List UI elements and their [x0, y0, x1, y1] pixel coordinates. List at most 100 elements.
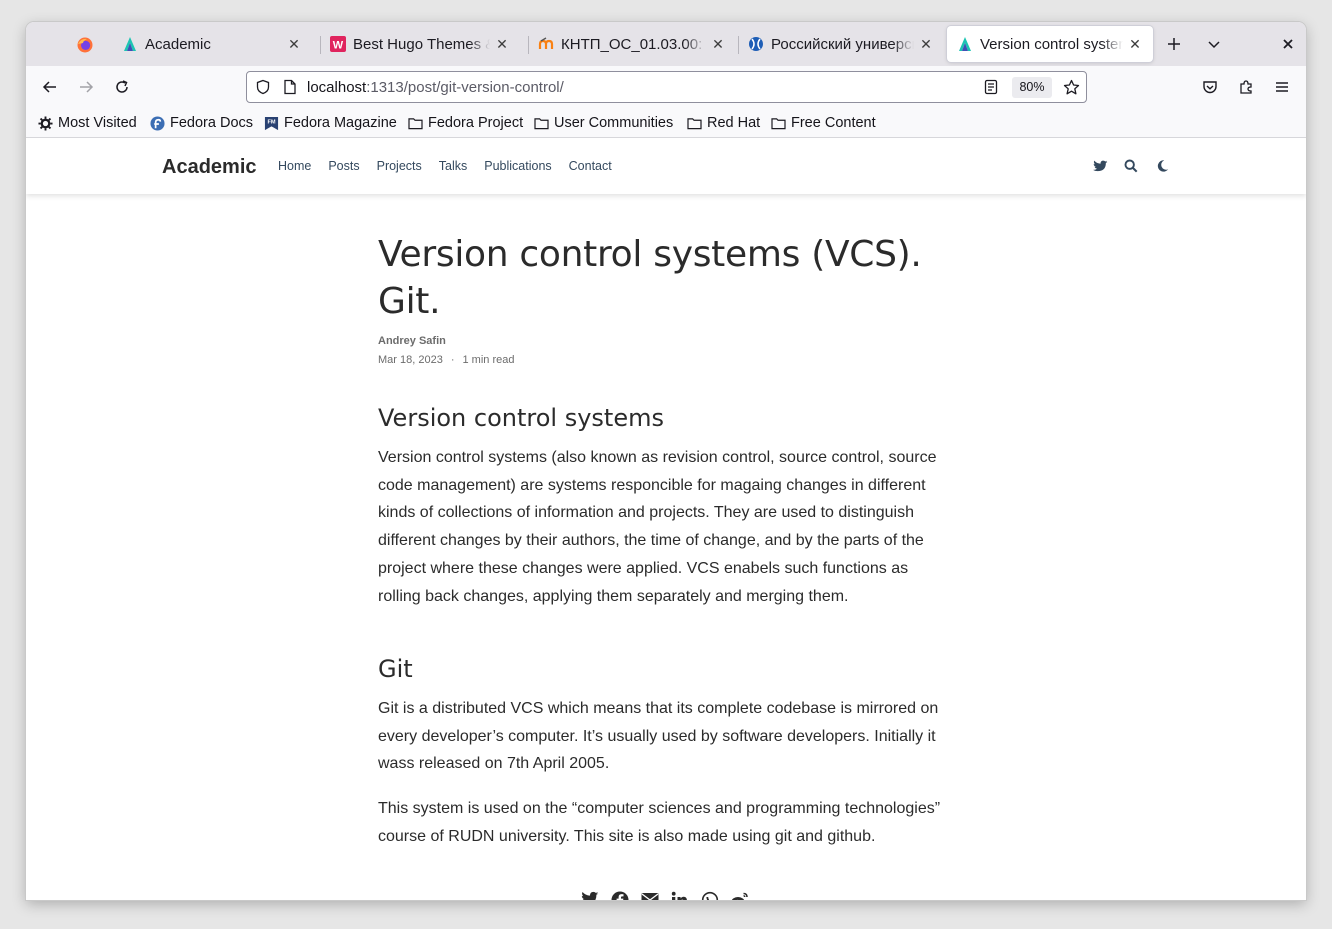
tab-label: Best Hugo Themes & Hugo Templates [353, 35, 490, 53]
academic-favicon-icon [959, 37, 971, 51]
article-read-time: 1 min read [462, 354, 515, 366]
section-heading-git: Git [378, 655, 413, 683]
bookmark-fedora-magazine[interactable]: FM Fedora Magazine [264, 113, 397, 133]
navigation-toolbar: localhost:1313/post/git-version-control/… [26, 66, 1306, 108]
tab-vcs-active[interactable]: Version control systems (VCS). Git. ✕ [947, 26, 1153, 62]
zoom-level-button[interactable]: 80% [1012, 77, 1052, 98]
reload-icon [116, 80, 128, 93]
search-icon[interactable] [1122, 157, 1140, 175]
share-weibo-icon[interactable] [731, 891, 749, 900]
svg-text:FM: FM [267, 119, 275, 125]
paragraph: This system is used on the “computer sci… [378, 800, 941, 845]
site-brand-link[interactable]: Academic [162, 156, 257, 179]
page-viewport: Academic Home Posts Projects Talks Publi… [26, 139, 1306, 900]
tab-bar: Academic ✕ W Best Hugo Themes & Hugo Tem… [26, 22, 1306, 66]
folder-icon [771, 116, 786, 131]
share-links [581, 891, 749, 900]
app-menu-button[interactable] [1266, 71, 1298, 103]
paragraph: Version control systems (also known as r… [378, 449, 937, 605]
bookmark-folder-free-content[interactable]: Free Content [771, 113, 876, 133]
close-icon [1283, 39, 1293, 49]
site-menu: Home Posts Projects Talks Publications C… [278, 159, 629, 173]
menu-item-home[interactable]: Home [278, 159, 311, 173]
url-host: localhost [307, 79, 367, 96]
moodle-favicon-icon [538, 37, 554, 49]
share-email-icon[interactable] [641, 891, 659, 900]
menu-item-publications[interactable]: Publications [484, 159, 551, 173]
reload-button[interactable] [106, 71, 138, 103]
bookmark-label: Free Content [791, 115, 876, 131]
tab-label: Российский университет дружбы народов [771, 35, 914, 53]
w-favicon-icon: W [330, 36, 346, 52]
folder-icon [534, 116, 549, 131]
new-tab-button[interactable] [1156, 26, 1192, 62]
article-date: Mar 18, 2023 [378, 354, 443, 366]
tab-close-icon[interactable]: ✕ [918, 36, 934, 53]
bookmark-folder-fedora-project[interactable]: Fedora Project [408, 113, 523, 133]
pocket-button[interactable] [1194, 71, 1226, 103]
gear-icon [38, 115, 53, 131]
rudn-favicon-icon [749, 37, 763, 51]
url-path: :1313/post/git-version-control/ [366, 79, 564, 96]
chevron-down-icon [1208, 41, 1220, 49]
dark-mode-moon-icon[interactable] [1153, 157, 1171, 175]
forward-button[interactable] [70, 71, 102, 103]
tab-rudn[interactable]: Российский университет дружбы народов ✕ [738, 26, 944, 62]
firefox-view-button[interactable] [66, 28, 104, 62]
bookmark-folder-red-hat[interactable]: Red Hat [687, 113, 760, 133]
folder-icon [687, 116, 702, 131]
tab-close-icon[interactable]: ✕ [494, 36, 510, 53]
fedora-icon [150, 115, 165, 131]
plus-icon [1168, 38, 1180, 50]
article-title: Version control systems (VCS). Git. [378, 234, 922, 322]
bookmark-label: Most Visited [58, 115, 137, 131]
tab-label: Version control systems (VCS). Git. [980, 35, 1123, 53]
bookmark-label: Red Hat [707, 115, 761, 131]
menu-item-talks[interactable]: Talks [439, 159, 467, 173]
paragraph: Git is a distributed VCS which means tha… [378, 700, 939, 773]
bookmark-label: Fedora Docs [170, 115, 254, 131]
bookmark-most-visited[interactable]: Most Visited [38, 113, 137, 133]
tab-close-icon[interactable]: ✕ [1127, 36, 1143, 53]
menu-item-contact[interactable]: Contact [569, 159, 612, 173]
bookmark-label: Fedora Project [428, 115, 524, 131]
tab-close-icon[interactable]: ✕ [286, 36, 302, 53]
tab-academic[interactable]: Academic ✕ [112, 26, 312, 62]
share-linkedin-icon[interactable] [671, 891, 689, 900]
folder-icon [408, 116, 423, 131]
section-heading-vcs: Version control systems [378, 404, 664, 432]
url-bar[interactable]: localhost:1313/post/git-version-control/… [246, 71, 1087, 103]
tab-label: Academic [145, 35, 211, 53]
bookmarks-toolbar: Most Visited Fedora Docs FM Fedora Magaz… [26, 108, 1306, 138]
article-meta: Mar 18, 2023 · 1 min read [378, 354, 514, 366]
url-text[interactable]: localhost:1313/post/git-version-control/ [307, 79, 564, 96]
tab-kntp-course[interactable]: КНТП_ОС_01.03.00: Электронный курс ✕ [528, 26, 736, 62]
twitter-icon[interactable] [1091, 157, 1109, 175]
star-icon[interactable] [1063, 79, 1080, 96]
pocket-icon [1203, 81, 1217, 94]
list-all-tabs-button[interactable] [1196, 26, 1232, 62]
bookmark-folder-user-communities[interactable]: User Communities [534, 113, 673, 133]
tab-hugo-themes[interactable]: W Best Hugo Themes & Hugo Templates ✕ [320, 26, 520, 62]
menu-item-projects[interactable]: Projects [377, 159, 422, 173]
share-whatsapp-icon[interactable] [701, 891, 719, 900]
reader-view-icon[interactable] [984, 79, 998, 95]
svg-text:W: W [333, 40, 344, 52]
bookmark-label: User Communities [554, 115, 674, 131]
browser-window: Academic ✕ W Best Hugo Themes & Hugo Tem… [26, 22, 1306, 900]
back-button[interactable] [34, 71, 66, 103]
article-author[interactable]: Andrey Safin [378, 335, 446, 347]
share-facebook-icon[interactable] [611, 891, 629, 900]
shield-icon[interactable] [255, 79, 271, 95]
site-navbar: Academic Home Posts Projects Talks Publi… [26, 139, 1306, 194]
page-icon[interactable] [283, 79, 297, 95]
extensions-button[interactable] [1230, 71, 1262, 103]
arrow-left-icon [42, 81, 56, 93]
meta-separator: · [450, 354, 455, 366]
share-twitter-icon[interactable] [581, 891, 599, 900]
window-close-button[interactable] [1270, 26, 1306, 62]
hamburger-menu-icon [1276, 82, 1288, 92]
menu-item-posts[interactable]: Posts [328, 159, 359, 173]
tab-close-icon[interactable]: ✕ [710, 36, 726, 53]
bookmark-fedora-docs[interactable]: Fedora Docs [150, 113, 253, 133]
